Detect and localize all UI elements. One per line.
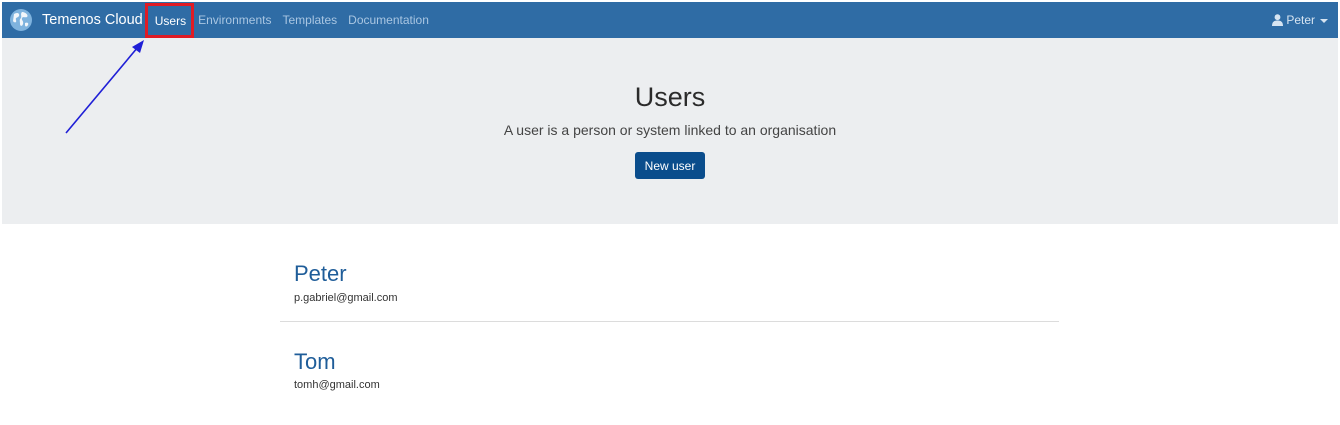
user-icon <box>1272 14 1284 26</box>
brand-name: Temenos Cloud <box>42 12 143 28</box>
top-navbar: Temenos Cloud Users Environments Templat… <box>2 2 1338 38</box>
new-user-button[interactable]: New user <box>635 152 705 179</box>
user-list: Peter p.gabriel@gmail.com Tom tomh@gmail… <box>280 224 1059 418</box>
nav-link-templates[interactable]: Templates <box>282 13 337 27</box>
user-name-link[interactable]: Tom <box>294 349 336 375</box>
user-name-link[interactable]: Peter <box>294 261 347 287</box>
page-title: Users <box>634 82 706 112</box>
user-menu-label: Peter <box>1286 13 1315 27</box>
brand-link[interactable]: Temenos Cloud <box>2 2 143 38</box>
nav-link-environments[interactable]: Environments <box>198 13 271 27</box>
user-menu-dropdown[interactable]: Peter <box>1272 2 1328 38</box>
user-email: p.gabriel@gmail.com <box>294 292 398 304</box>
list-item: Tom tomh@gmail.com <box>280 321 1059 418</box>
nav-link-documentation[interactable]: Documentation <box>348 13 429 27</box>
caret-down-icon <box>1320 19 1328 23</box>
page: Temenos Cloud Users Environments Templat… <box>0 0 1340 425</box>
nav-link-users[interactable]: Users <box>144 2 195 38</box>
user-email: tomh@gmail.com <box>294 379 380 391</box>
page-subtitle: A user is a person or system linked to a… <box>503 122 837 138</box>
globe-logo-icon <box>10 9 32 31</box>
main-nav: Users Environments Templates Documentati… <box>144 2 440 38</box>
list-item: Peter p.gabriel@gmail.com <box>280 224 1059 321</box>
users-header: Users A user is a person or system linke… <box>2 38 1338 224</box>
